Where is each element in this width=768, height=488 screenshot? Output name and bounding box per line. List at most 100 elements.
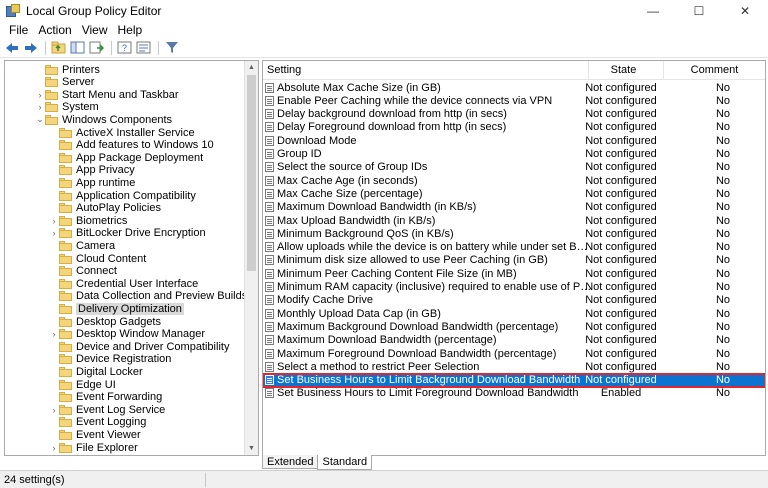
policy-setting-icon: [265, 162, 274, 173]
tree-item[interactable]: › Start Menu and Taskbar: [35, 88, 179, 101]
tree-item[interactable]: ActiveX Installer Service: [49, 126, 195, 139]
tree-item[interactable]: › Biometrics: [49, 214, 128, 227]
tree-item[interactable]: Event Logging: [49, 416, 146, 429]
menu-help[interactable]: Help: [113, 22, 148, 38]
tree-item[interactable]: Device and Driver Compatibility: [49, 340, 229, 353]
filter-icon[interactable]: [163, 39, 180, 56]
tree-item[interactable]: Cloud Content: [49, 252, 146, 265]
tree-item[interactable]: Connect: [49, 265, 117, 278]
tree-item[interactable]: › Event Log Service: [49, 403, 166, 416]
tree-item[interactable]: ⌄ Windows Components: [35, 113, 172, 126]
setting-row[interactable]: Select the source of Group IDs Not config…: [263, 161, 765, 174]
scroll-thumb[interactable]: [247, 75, 256, 271]
setting-row[interactable]: Select a method to restrict Peer Selecti…: [263, 360, 765, 373]
tree-item[interactable]: Digital Locker: [49, 365, 143, 378]
group-policy-app-icon: [6, 4, 20, 18]
setting-comment: No: [715, 201, 731, 214]
column-header-state[interactable]: State: [588, 61, 658, 80]
setting-row[interactable]: Maximum Background Download Bandwidth (p…: [263, 320, 765, 333]
tab-extended[interactable]: Extended: [262, 455, 319, 469]
forward-arrow-icon[interactable]: [22, 39, 39, 56]
tree-item[interactable]: Delivery Optimization: [49, 302, 184, 315]
expand-arrow-icon[interactable]: ›: [49, 405, 59, 415]
setting-row[interactable]: Minimum Background QoS (in KB/s) Not conf…: [263, 227, 765, 240]
close-button[interactable]: ✕: [722, 0, 768, 22]
tree-item[interactable]: Printers: [35, 63, 100, 76]
setting-row[interactable]: Set Business Hours to Limit Background D…: [263, 372, 765, 388]
up-folder-icon[interactable]: [50, 39, 67, 56]
tree-item[interactable]: Credential User Interface: [49, 277, 198, 290]
tree-item[interactable]: › File Explorer: [49, 441, 138, 454]
expand-arrow-icon[interactable]: ›: [49, 329, 59, 339]
folder-icon: [59, 329, 72, 340]
setting-row[interactable]: Max Upload Bandwidth (in KB/s) Not config…: [263, 214, 765, 227]
tree-item[interactable]: Data Collection and Preview Builds: [49, 290, 247, 303]
setting-row[interactable]: Maximum Foreground Download Bandwidth (p…: [263, 347, 765, 360]
tree-item[interactable]: App runtime: [49, 176, 135, 189]
tree-scrollbar[interactable]: ▲ ▼: [244, 61, 258, 455]
tree-item[interactable]: Server: [35, 76, 94, 89]
tree-item[interactable]: › System: [35, 101, 99, 114]
menu-view[interactable]: View: [77, 22, 113, 38]
tree-item[interactable]: Event Viewer: [49, 428, 141, 441]
setting-name: Select a method to restrict Peer Selecti…: [277, 360, 480, 373]
expand-arrow-icon[interactable]: ›: [35, 102, 45, 112]
help-icon[interactable]: ?: [116, 39, 133, 56]
setting-row[interactable]: Delay background download from http (in …: [263, 108, 765, 121]
tree-item-label: Delivery Optimization: [76, 302, 184, 315]
tree-item[interactable]: Desktop Gadgets: [49, 315, 161, 328]
setting-row[interactable]: Minimum disk size allowed to use Peer Ca…: [263, 254, 765, 267]
tree-item[interactable]: Add features to Windows 10: [49, 139, 214, 152]
tree-item[interactable]: Device Registration: [49, 353, 171, 366]
scroll-up-icon[interactable]: ▲: [245, 61, 258, 74]
setting-row[interactable]: Maximum Download Bandwidth (in KB/s) Not …: [263, 201, 765, 214]
tree-item[interactable]: Camera: [49, 239, 115, 252]
setting-name: Set Business Hours to Limit Background D…: [277, 374, 581, 387]
tree-item[interactable]: Edge UI: [49, 378, 116, 391]
expand-arrow-icon[interactable]: ›: [49, 443, 59, 453]
menu-file[interactable]: File: [4, 22, 33, 38]
setting-row[interactable]: Minimum RAM capacity (inclusive) require…: [263, 281, 765, 294]
maximize-button[interactable]: ☐: [676, 0, 722, 22]
setting-row[interactable]: Group ID Not configured No: [263, 148, 765, 161]
tree-item[interactable]: Event Forwarding: [49, 391, 162, 404]
menu-action[interactable]: Action: [33, 22, 76, 38]
setting-row[interactable]: Delay Foreground download from http (in …: [263, 121, 765, 134]
setting-row[interactable]: Set Business Hours to Limit Foreground D…: [263, 387, 765, 400]
expand-arrow-icon[interactable]: ›: [35, 90, 45, 100]
column-header-setting[interactable]: Setting: [263, 61, 301, 80]
setting-row[interactable]: Allow uploads while the device is on bat…: [263, 241, 765, 254]
tree-item[interactable]: › BitLocker Drive Encryption: [49, 227, 206, 240]
scroll-down-icon[interactable]: ▼: [245, 442, 258, 455]
tree-item-label: Desktop Gadgets: [76, 315, 161, 328]
expand-arrow-icon[interactable]: ›: [49, 216, 59, 226]
setting-state: Not configured: [585, 360, 657, 373]
column-header-comment[interactable]: Comment: [663, 61, 765, 80]
setting-row[interactable]: Maximum Download Bandwidth (percentage) N…: [263, 334, 765, 347]
minimize-button[interactable]: —: [630, 0, 676, 22]
tree-item[interactable]: Application Compatibility: [49, 189, 196, 202]
setting-row[interactable]: Enable Peer Caching while the device con…: [263, 94, 765, 107]
properties-icon[interactable]: [135, 39, 152, 56]
collapse-arrow-icon[interactable]: ⌄: [35, 114, 45, 125]
setting-row[interactable]: Modify Cache Drive Not configured No: [263, 294, 765, 307]
back-arrow-icon[interactable]: [3, 39, 20, 56]
policy-tree-pane[interactable]: Printers Server › Start Menu and Taskbar › Sy…: [4, 60, 259, 456]
show-hide-tree-icon[interactable]: [69, 39, 86, 56]
tab-standard[interactable]: Standard: [317, 455, 373, 470]
setting-row[interactable]: Max Cache Size (percentage) Not configure…: [263, 187, 765, 200]
tree-item[interactable]: AutoPlay Policies: [49, 202, 161, 215]
expand-arrow-icon[interactable]: ›: [49, 228, 59, 238]
tree-item[interactable]: App Privacy: [49, 164, 135, 177]
setting-row[interactable]: Absolute Max Cache Size (in GB) Not confi…: [263, 81, 765, 94]
folder-icon: [59, 303, 72, 314]
export-list-icon[interactable]: [88, 39, 105, 56]
setting-row[interactable]: Max Cache Age (in seconds) Not configured…: [263, 174, 765, 187]
setting-row[interactable]: Monthly Upload Data Cap (in GB) Not confi…: [263, 307, 765, 320]
setting-row[interactable]: Download Mode Not configured No: [263, 134, 765, 147]
setting-comment: No: [715, 307, 731, 320]
setting-row[interactable]: Minimum Peer Caching Content File Size (…: [263, 267, 765, 280]
tree-item[interactable]: › Desktop Window Manager: [49, 328, 206, 341]
settings-list-pane[interactable]: Setting State Comment Absolute Max Cache…: [262, 60, 766, 456]
tree-item[interactable]: App Package Deployment: [49, 151, 203, 164]
